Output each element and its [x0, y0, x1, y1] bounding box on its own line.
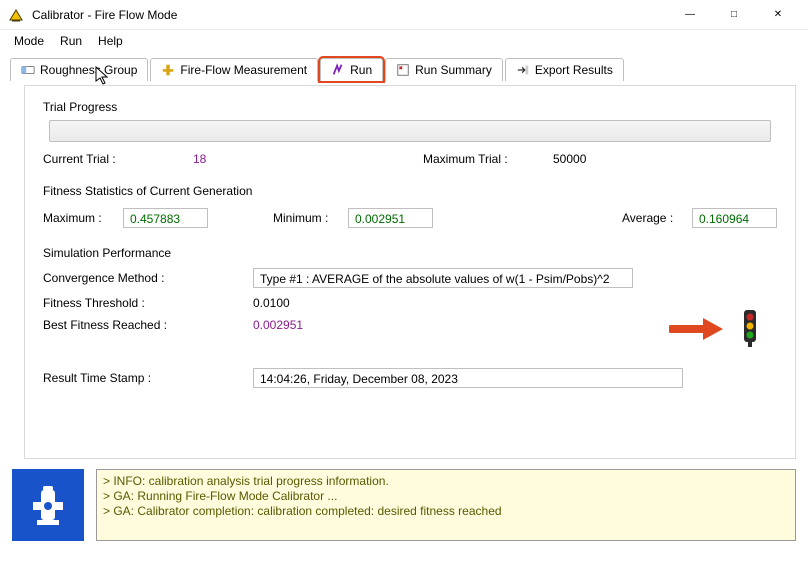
main-panel: Trial Progress Current Trial : 18 Maximu… — [24, 85, 796, 459]
window-titlebar: Calibrator - Fire Flow Mode — □ ✕ — [0, 0, 808, 30]
fitness-min-label: Minimum : — [273, 211, 348, 225]
fitness-min-value: 0.002951 — [348, 208, 433, 228]
tab-summary-label: Run Summary — [415, 62, 492, 78]
export-icon — [516, 63, 530, 77]
minimize-button[interactable]: — — [668, 1, 712, 29]
max-trial-value: 50000 — [553, 152, 586, 166]
tab-fireflow-measurement[interactable]: Fire-Flow Measurement — [150, 58, 318, 81]
trial-progress-title: Trial Progress — [43, 100, 777, 114]
tab-run[interactable]: Run — [320, 58, 383, 81]
menu-bar: Mode Run Help — [0, 30, 808, 52]
hydrant-icon — [12, 469, 84, 541]
max-trial-label: Maximum Trial : — [423, 152, 553, 166]
tab-export-label: Export Results — [535, 62, 613, 78]
threshold-label: Fitness Threshold : — [43, 296, 253, 310]
tab-roughness-group[interactable]: Roughness Group — [10, 58, 148, 81]
tab-run-summary[interactable]: Run Summary — [385, 58, 503, 81]
tab-roughness-label: Roughness Group — [40, 62, 137, 78]
menu-run[interactable]: Run — [52, 32, 90, 50]
tab-export-results[interactable]: Export Results — [505, 58, 624, 81]
log-line: INFO: calibration analysis trial progres… — [103, 474, 789, 489]
current-trial-label: Current Trial : — [43, 152, 193, 166]
traffic-light-icon — [739, 308, 761, 351]
log-line: GA: Running Fire-Flow Mode Calibrator ..… — [103, 489, 789, 504]
best-fitness-value: 0.002951 — [253, 318, 303, 332]
window-title: Calibrator - Fire Flow Mode — [32, 8, 668, 22]
roughness-icon — [21, 63, 35, 77]
best-fitness-label: Best Fitness Reached : — [43, 318, 253, 332]
sim-section-title: Simulation Performance — [43, 246, 777, 260]
fitness-avg-label: Average : — [622, 211, 692, 225]
fitness-section-title: Fitness Statistics of Current Generation — [43, 184, 777, 198]
timestamp-label: Result Time Stamp : — [43, 371, 253, 385]
run-icon — [331, 63, 345, 77]
fitness-max-label: Maximum : — [43, 211, 123, 225]
fitness-avg-value: 0.160964 — [692, 208, 777, 228]
fireflow-icon — [161, 63, 175, 77]
tab-strip: Roughness Group Fire-Flow Measurement Ru… — [0, 52, 808, 81]
maximize-button[interactable]: □ — [712, 1, 756, 29]
trial-progress-bar — [49, 120, 771, 142]
summary-icon — [396, 63, 410, 77]
close-button[interactable]: ✕ — [756, 1, 800, 29]
current-trial-value: 18 — [193, 152, 423, 166]
app-icon — [8, 7, 24, 23]
fitness-max-value: 0.457883 — [123, 208, 208, 228]
convergence-value: Type #1 : AVERAGE of the absolute values… — [253, 268, 633, 288]
annotation-arrow-icon — [669, 316, 723, 342]
bottom-area: INFO: calibration analysis trial progres… — [0, 469, 808, 541]
log-output[interactable]: INFO: calibration analysis trial progres… — [96, 469, 796, 541]
convergence-label: Convergence Method : — [43, 271, 253, 285]
menu-help[interactable]: Help — [90, 32, 131, 50]
tab-fireflow-label: Fire-Flow Measurement — [180, 62, 307, 78]
tab-run-label: Run — [350, 62, 372, 78]
log-line: GA: Calibrator completion: calibration c… — [103, 504, 789, 519]
threshold-value: 0.0100 — [253, 296, 290, 310]
menu-mode[interactable]: Mode — [6, 32, 52, 50]
timestamp-value: 14:04:26, Friday, December 08, 2023 — [253, 368, 683, 388]
